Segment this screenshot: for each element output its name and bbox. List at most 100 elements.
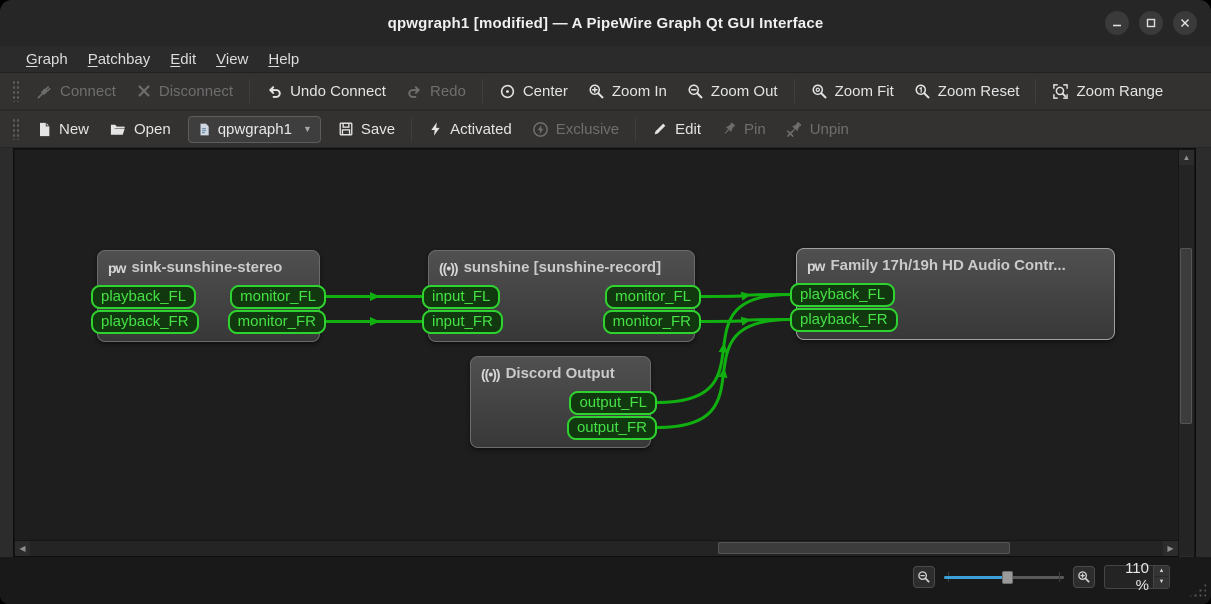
port-input_FL[interactable]: input_FL [422,285,500,309]
port-output_FR[interactable]: output_FR [567,416,657,440]
patchbay-toolbar: New Open qpwgraph1 ▼ Save Activat [0,111,1211,148]
scrollbar-corner [1179,541,1194,556]
port-output_FL[interactable]: output_FL [569,391,657,415]
save-button[interactable]: Save [329,115,404,144]
scroll-up-button[interactable]: ▲ [1179,150,1194,165]
zoom-fit-button[interactable]: Zoom Fit [802,77,903,106]
toolbar-drag-handle[interactable] [12,118,19,140]
graph-node-family[interactable]: pwFamily 17h/19h HD Audio Contr...playba… [796,248,1115,340]
graph-canvas[interactable]: pwsink-sunshine-stereoplayback_FLmonitor… [15,150,1178,540]
broadcast-icon: ((•)) [481,366,500,382]
port-row: playback_FLmonitor_FL [98,284,319,309]
toolbar-separator [1035,79,1036,103]
zoom-slider-handle[interactable] [1002,571,1013,584]
slider-tick [1059,572,1060,582]
menu-patchbay[interactable]: Patchbay [78,49,161,70]
minimize-icon [1112,18,1122,28]
zoom-reset-button[interactable]: Zoom Reset [905,77,1029,106]
graph-node-sink[interactable]: pwsink-sunshine-stereoplayback_FLmonitor… [97,250,320,342]
undo-connect-button[interactable]: Undo Connect [257,77,395,106]
port-row: output_FL [471,390,650,415]
new-file-icon [36,121,52,138]
spin-up-button[interactable]: ▲ [1154,566,1169,578]
pin-button[interactable]: Pin [712,115,775,144]
activated-icon [428,121,443,137]
scroll-left-button[interactable]: ◀ [15,541,30,556]
new-button[interactable]: New [27,115,98,144]
port-playback_FR[interactable]: playback_FR [91,310,199,334]
save-icon [338,121,354,137]
undo-icon [266,83,283,100]
zoom-value: 110 % [1111,560,1153,594]
center-button[interactable]: Center [490,77,577,106]
open-button[interactable]: Open [100,115,180,144]
maximize-button[interactable] [1139,11,1163,35]
redo-icon [406,83,423,100]
zoom-reset-icon [914,83,931,100]
menu-edit[interactable]: Edit [160,49,206,70]
scroll-right-button[interactable]: ▶ [1163,541,1178,556]
statusbar-zoom-out-button[interactable] [913,566,935,588]
window-title: qpwgraph1 [modified] — A PipeWire Graph … [388,15,824,32]
toolbar-separator [794,79,795,103]
connection-arrow [370,317,380,326]
port-monitor_FL[interactable]: monitor_FL [605,285,701,309]
connect-button[interactable]: Connect [27,77,125,106]
patchbay-select[interactable]: qpwgraph1 ▼ [188,116,321,143]
port-monitor_FR[interactable]: monitor_FR [603,310,701,334]
horizontal-scrollbar[interactable]: ◀ ▶ [15,541,1178,556]
chevron-down-icon: ▼ [303,124,312,134]
unpin-icon [786,121,803,137]
spin-down-button[interactable]: ▼ [1154,577,1169,588]
port-monitor_FR[interactable]: monitor_FR [228,310,326,334]
edit-button[interactable]: Edit [643,115,710,144]
toolbar-separator [635,117,636,141]
window-resize-grip[interactable] [1188,583,1206,598]
toolbar-drag-handle[interactable] [12,80,19,102]
redo-button[interactable]: Redo [397,77,475,106]
toolbar-separator [249,79,250,103]
menu-help[interactable]: Help [258,49,309,70]
zoom-out-button[interactable]: Zoom Out [678,77,787,106]
minimize-button[interactable] [1105,11,1129,35]
main-toolbar: Connect Disconnect Undo Connect Redo [0,73,1211,110]
patchbay-select-value: qpwgraph1 [218,121,292,138]
pipewire-icon: pw [108,260,125,276]
port-monitor_FL[interactable]: monitor_FL [230,285,326,309]
zoom-in-button[interactable]: Zoom In [579,77,676,106]
node-title: sunshine [sunshine-record] [464,259,662,276]
disconnect-button[interactable]: Disconnect [127,77,242,106]
port-row: playback_FR [797,307,1114,332]
zoom-in-icon [588,83,605,100]
port-row: output_FR [471,415,650,440]
horizontal-scrollbar-thumb[interactable] [718,542,1010,554]
port-playback_FL[interactable]: playback_FL [91,285,196,309]
graph-node-discord[interactable]: ((•))Discord Outputoutput_FLoutput_FR [470,356,651,448]
node-header: ((•))sunshine [sunshine-record] [429,251,694,284]
port-playback_FR[interactable]: playback_FR [790,308,898,332]
pin-icon [721,121,737,137]
statusbar-zoom-in-button[interactable] [1073,566,1095,588]
connect-icon [36,83,53,100]
zoom-out-icon [687,83,704,100]
zoom-spinbox[interactable]: 110 % ▲ ▼ [1104,565,1170,589]
vertical-scrollbar-thumb[interactable] [1180,248,1192,424]
port-input_FR[interactable]: input_FR [422,310,503,334]
menu-graph[interactable]: Graph [16,49,78,70]
zoom-range-button[interactable]: Zoom Range [1043,77,1172,106]
unpin-button[interactable]: Unpin [777,115,858,144]
exclusive-button[interactable]: Exclusive [523,115,628,144]
graph-node-sunshine[interactable]: ((•))sunshine [sunshine-record]input_FLm… [428,250,695,342]
zoom-slider[interactable] [944,569,1064,585]
close-button[interactable] [1173,11,1197,35]
maximize-icon [1146,18,1156,28]
exclusive-icon [532,121,549,138]
port-playback_FL[interactable]: playback_FL [790,283,895,307]
activated-button[interactable]: Activated [419,115,521,144]
zoom-slider-track [1004,576,1064,579]
zoom-slider-fill [944,576,1004,579]
vertical-scrollbar[interactable]: ▲ ▼ [1179,150,1194,557]
menu-view[interactable]: View [206,49,258,70]
node-header: ((•))Discord Output [471,357,650,390]
toolbar-separator [411,117,412,141]
